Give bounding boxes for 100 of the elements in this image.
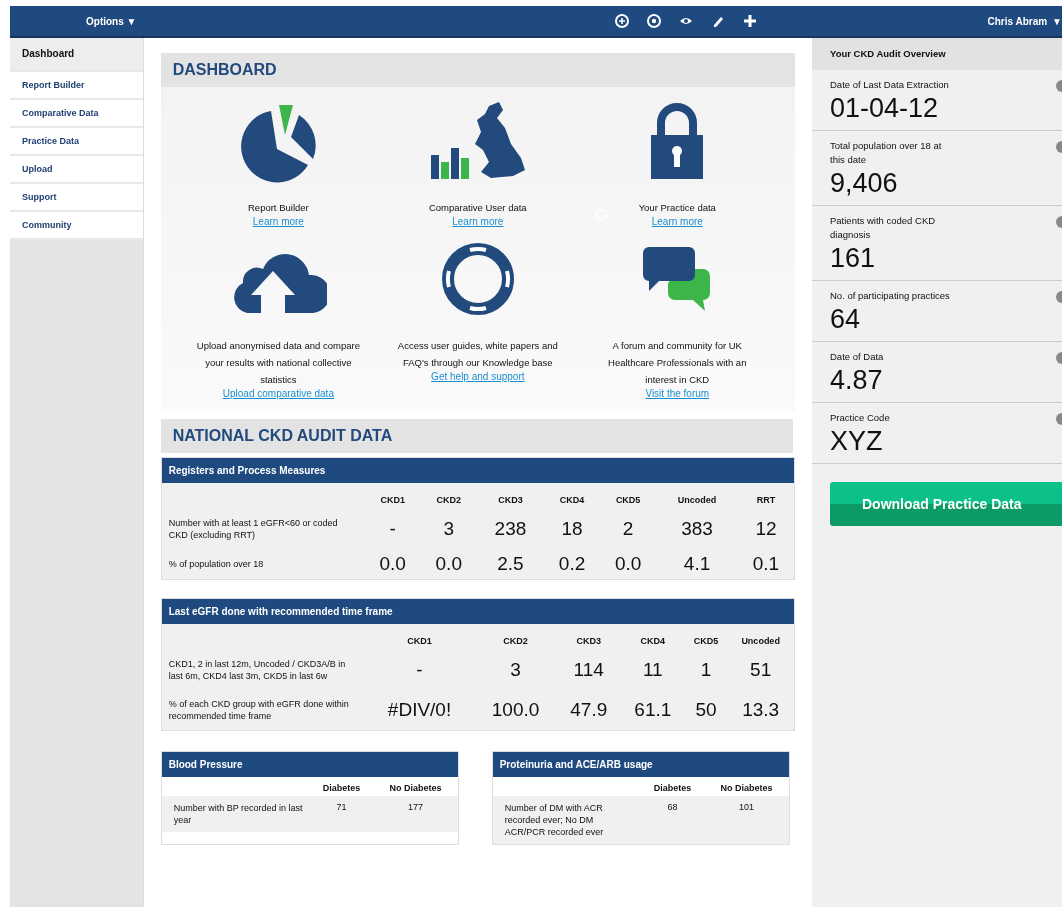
table-cell: 101 (704, 796, 789, 844)
table-cell-text: - (415, 658, 424, 682)
table-cell-text: 47.9 (569, 698, 609, 722)
info-icon[interactable] (1055, 413, 1062, 425)
tile-link[interactable]: Get help and support (431, 371, 525, 382)
stat-value: 01-04-12 (830, 92, 940, 124)
caret-icon[interactable]: ▼ (1052, 15, 1062, 27)
sidebar-item[interactable]: Dashboard (10, 38, 143, 72)
row-label: Number with BP recorded in last year (161, 796, 310, 832)
table-cell-text: 3 (509, 658, 522, 682)
column-header: No Diabetes (373, 777, 458, 796)
tile-description: A forum and community for UK Healthcare Professionals with an interest in CKD (607, 339, 748, 387)
tile-link[interactable]: Visit the forum (645, 388, 710, 399)
pencil-icon[interactable] (711, 14, 725, 28)
table-cell-text: 0.2 (557, 552, 587, 576)
info-icon[interactable] (1055, 141, 1062, 153)
table-cell: 177 (373, 796, 458, 832)
row-label: % of population over 18 (167, 558, 265, 571)
table-cell-text: 114 (572, 658, 605, 682)
table-cell-text: #DIV/0! (386, 698, 453, 722)
table-title: Last eGFR done with recommended time frame (161, 599, 794, 624)
table-cell-text: 61.1 (633, 698, 673, 722)
column-header: Diabetes (309, 777, 374, 796)
map-bar-chart-icon (428, 100, 527, 182)
sidebar-item[interactable]: Upload (10, 156, 143, 184)
table-title: Blood Pressure (161, 752, 458, 777)
sidebar-item[interactable]: Support (10, 184, 143, 212)
column-header: CKD4 (639, 635, 667, 648)
column-header: CKD2 (435, 494, 462, 507)
column-header: CKD1 (379, 494, 406, 507)
info-icon[interactable] (1055, 352, 1062, 364)
column-header: CKD1 (406, 635, 433, 648)
tile-description: Upload anonymised data and compare your results with national collective statistics (195, 339, 361, 387)
info-icon[interactable] (1055, 80, 1062, 92)
stat-label: Patients with coded CKD diagnosis (830, 214, 937, 242)
table-cell-text: 238 (493, 517, 528, 541)
row-label: Number of DM with ACR recorded ever; No DM ACR/PCR recorded ever (492, 796, 641, 844)
table-cell-text: 0.0 (378, 552, 407, 576)
column-header: CKD3 (497, 494, 524, 507)
table-cell-text: 2.5 (496, 552, 525, 576)
table-title: Registers and Process Measures (161, 458, 794, 483)
plus-icon[interactable] (743, 14, 757, 28)
table-cell-text: 4.1 (682, 552, 712, 576)
tile-description: Your Practice data (638, 201, 716, 215)
column-header: CKD5 (692, 635, 720, 648)
stat-value: 161 (830, 242, 877, 274)
tile-description: Access user guides, white papers and FAQ's through our Knowledge base (396, 339, 559, 370)
user-menu[interactable]: Chris Abram (987, 15, 1048, 27)
table-cell-text: 11 (641, 658, 664, 682)
column-header: CKD3 (575, 635, 602, 648)
table-cell-text: - (388, 517, 397, 541)
stat-value: XYZ (830, 425, 884, 457)
plus-circle-icon[interactable] (615, 14, 629, 28)
table-cell-text: 51 (749, 658, 773, 682)
sidebar-item[interactable]: Practice Data (10, 128, 143, 156)
tile-description: Comparative User data (428, 201, 527, 215)
table-cell-text: 2 (621, 517, 635, 541)
stat-value: 4.87 (830, 364, 884, 396)
column-header: Diabetes (640, 777, 705, 796)
column-header: CKD4 (558, 494, 586, 507)
stat-label: Date of Last Data Extraction (830, 78, 950, 92)
panel-heading: NATIONAL CKD AUDIT DATA (160, 419, 793, 453)
stat-label: Practice Code (830, 411, 891, 425)
stat-label: No. of participating practices (830, 289, 951, 303)
sidebar-item[interactable]: Community (10, 212, 143, 240)
table-cell-text: 3 (442, 517, 456, 541)
tile-link[interactable]: Upload comparative data (222, 388, 334, 399)
row-label: Number with at least 1 eGFR<60 or coded CKD (excluding RRT) (167, 517, 339, 542)
row-label: CKD1, 2 in last 12m, Uncoded / CKD3A/B in last 6m, CKD4 last 3m, CKD5 in last 6w (167, 658, 347, 683)
table-cell-text: 13.3 (741, 698, 781, 722)
table-cell: 68 (640, 796, 705, 844)
table-cell-text: 1 (699, 658, 713, 682)
download-button[interactable]: Download Practice Data (830, 482, 1062, 526)
table-cell-text: 12 (754, 517, 778, 541)
column-header: CKD5 (614, 494, 642, 507)
column-header: Uncoded (676, 494, 718, 507)
stat-label: Total population over 18 at this date (830, 139, 943, 167)
stat-label: Date of Data (830, 350, 885, 364)
panel-heading: DASHBOARD (160, 53, 795, 87)
table-cell-text: 0.0 (613, 552, 643, 576)
sidebar-item[interactable]: Report Builder (10, 72, 143, 100)
column-header: No Diabetes (704, 777, 789, 796)
table-cell: 71 (309, 796, 374, 832)
options-menu[interactable]: Options ▼ (86, 15, 139, 27)
info-icon[interactable] (1055, 216, 1062, 228)
circle-icon[interactable] (647, 14, 661, 28)
panel-heading: Your CKD Audit Overview (812, 38, 1062, 70)
sidebar-item[interactable]: Comparative Data (10, 100, 143, 128)
column-header: Uncoded (740, 635, 781, 648)
table-cell-text: 18 (560, 517, 584, 541)
stat-value: 9,406 (830, 167, 899, 199)
column-header: CKD2 (502, 635, 529, 648)
table-cell-text: 50 (694, 698, 718, 722)
tile-description: Report Builder (248, 201, 309, 215)
table-cell-text: 383 (680, 517, 714, 541)
row-label: % of each CKD group with eGFR done within recommended time frame (167, 698, 350, 723)
stat-value: 64 (830, 303, 862, 335)
info-icon[interactable] (1055, 291, 1062, 303)
table-title: Proteinuria and ACE/ARB usage (492, 752, 789, 777)
table-cell-text: 0.0 (434, 552, 463, 576)
